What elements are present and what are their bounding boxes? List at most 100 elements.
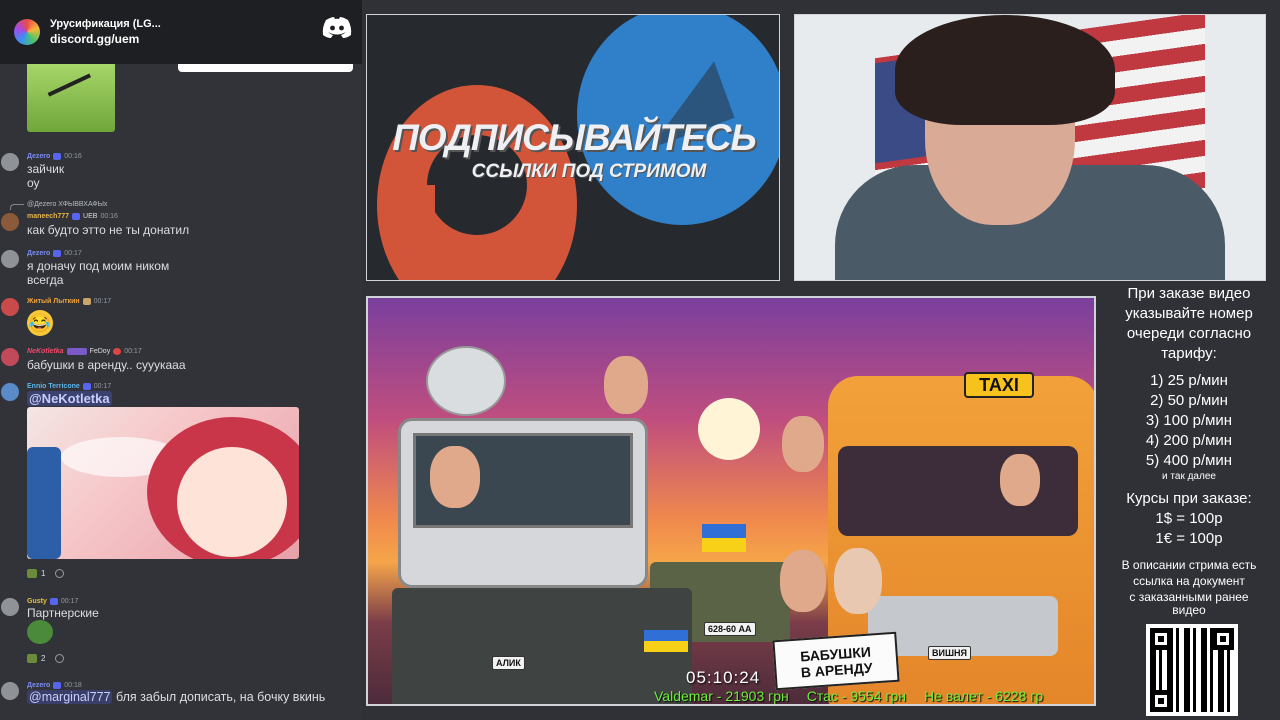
stickman-figure [47,73,101,117]
avatar[interactable] [1,250,19,268]
timestamp: 00:17 [124,348,142,355]
main-video-panel: TAXI АЛИК 628-60 АА ВИШНЯ БАБУШКИ В АРЕН… [366,296,1096,706]
rates: Курсы при заказе: 1$ = 100р 1€ = 100р [1098,489,1280,549]
avatar[interactable] [1,348,19,366]
person-face [430,446,480,508]
reaction-count: 1 [41,568,46,578]
role-badge-icon [53,682,62,689]
timestamp: 00:17 [93,383,112,390]
user-mention[interactable]: @NeKotletka [27,391,112,406]
rate-item: 1€ = 100р [1155,530,1223,547]
spray-can [27,447,61,559]
avatar[interactable] [1,153,19,171]
username[interactable]: Gusty [27,598,47,605]
stream-timer: 05:10:24 [686,668,761,687]
tariff-list: 1) 25 р/мин 2) 50 р/мин 3) 100 р/мин 4) … [1098,371,1280,483]
server-name: Урусификация (LG... [50,18,161,30]
discord-logo-icon[interactable] [322,16,352,38]
discord-chat-panel: Дezero 00:16 зайчик оу @Дezero ХФЫВВХАФЫх… [0,0,362,720]
reaction-emoji-icon[interactable] [27,568,37,578]
tariff-item: 3) 100 р/мин [1145,412,1233,429]
user-mention[interactable]: @marginal777 [27,690,113,704]
avatar[interactable] [1,383,19,401]
reaction-bar: 1 [27,565,65,581]
server-widget-header[interactable]: Урусификация (LG... discord.gg/uem [0,0,362,64]
message-text: бабушки в аренду.. сууукааа [27,358,186,372]
qr-pattern [1150,628,1234,712]
message-text: я доначу под моим ником [27,259,170,273]
info-line: При заказе видео [1127,285,1251,302]
info-line: очереди согласно [1126,325,1252,342]
avatar[interactable] [1,682,19,700]
role-badge-icon [49,598,58,605]
timestamp: 00:17 [93,298,112,305]
qr-finder [1150,690,1172,712]
user-tag: UEB [83,213,98,220]
server-invite-link[interactable]: discord.gg/uem [50,32,161,47]
username[interactable]: Житый Лыткин [27,298,80,305]
tariff-item: 5) 400 р/мин [1145,452,1233,469]
patreon-logo-bar [407,185,435,280]
grandma-rent-sign: БАБУШКИ В АРЕНДУ [772,631,900,691]
subscribe-promo-panel: ПОДПИСЫВАЙТЕСЬ ССЫЛКИ ПОД СТРИМОМ [366,14,780,281]
streamer-hair [895,15,1115,125]
grandma-face [834,548,882,614]
info-line: ссылка на документ [1133,574,1245,588]
laughing-emoji-icon: 😂 [27,310,53,336]
qr-finder [1150,628,1172,650]
character-face [177,447,287,557]
reaction-emoji-icon[interactable] [27,653,37,663]
user-tag: FeDoy [89,348,111,355]
reply-preview[interactable]: @Дezero ХФЫВВХАФЫх [27,201,107,208]
person-face [604,356,648,414]
promo-title: ПОДПИСЫВАЙТЕСЬ [392,117,756,158]
message-text: @marginal777 бля забыл дописать, на бочк… [27,690,325,704]
avatar[interactable] [1,598,19,616]
info-line: тарифу: [1161,345,1217,362]
pepe-emoji-icon [27,620,53,644]
sun [698,398,760,460]
tariff-item: 4) 200 р/мин [1145,432,1233,449]
tariff-item: 1) 25 р/мин [1150,372,1228,389]
plate-van: ВИШНЯ [928,646,971,660]
message-body: бля забыл дописать, на бочку вкинь [115,690,326,704]
message-text: @NeKotletka [27,391,112,406]
timestamp: 00:16 [64,153,82,160]
qr-code[interactable] [1146,624,1238,716]
username[interactable]: NeKotletka [27,348,64,355]
role-badge-icon [53,153,62,160]
username[interactable]: Дezero [27,153,50,160]
webcam-panel [794,14,1266,281]
timestamp: 00:16 [100,213,118,220]
qr-finder [1212,628,1234,650]
username[interactable]: Ennio Terricone [27,383,80,390]
message-text: Партнерские [27,606,99,620]
timestamp: 00:18 [64,682,82,689]
satellite-dish [426,346,506,416]
rates-title: Курсы при заказе: [1126,490,1252,507]
role-badge-icon [53,250,62,257]
add-reaction-icon[interactable] [55,568,65,578]
stream-layout: Дezero 00:16 зайчик оу @Дezero ХФЫВВХАФЫх… [0,0,1280,720]
order-note: При заказе видео указывайте номер очеред… [1098,284,1280,364]
username[interactable]: maneech777 [27,213,69,220]
donation-ticker: Valdemar - 21903 грн Стас - 9554 грн Не … [654,688,1094,704]
donation-entry: Не валет - 6228 гр [924,688,1044,704]
anime-gif-attachment[interactable] [27,407,299,559]
username[interactable]: Дezero [27,682,50,689]
username[interactable]: Дezero [27,250,50,257]
avatar[interactable] [1,213,19,231]
tariff-item: 2) 50 р/мин [1150,392,1228,409]
info-line: указывайте номер [1125,305,1253,322]
gif-attachment[interactable] [27,64,115,132]
person-face [782,416,824,472]
reaction-count: 2 [41,653,46,663]
message-text: оу [27,176,40,190]
avatar[interactable] [1,298,19,316]
server-icon [14,19,40,45]
person-face [780,550,826,612]
plate-left: АЛИК [492,656,525,670]
reply-connector [10,204,24,210]
add-reaction-icon[interactable] [55,653,65,663]
ukraine-flag [644,630,688,652]
